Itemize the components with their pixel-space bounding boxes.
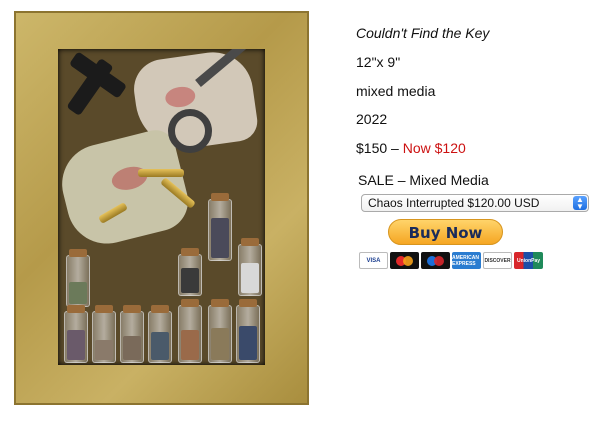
original-price: $150 [356, 140, 388, 156]
unionpay-icon: UnionPay [514, 252, 543, 269]
glass-vial [236, 299, 260, 363]
payment-cards: VISA AMERICAN EXPRESS DISCOVER UnionPay [359, 252, 543, 269]
artwork-title: Couldn't Find the Key [356, 25, 490, 41]
mastercard-icon [390, 252, 419, 269]
select-arrow-icon: ▲ ▼ [573, 196, 587, 211]
visa-icon: VISA [359, 252, 388, 269]
buy-now-button[interactable]: Buy Now [388, 219, 503, 245]
price-separator: – [387, 140, 403, 156]
artwork-medium: mixed media [356, 83, 436, 99]
artwork-image [14, 11, 309, 405]
glass-vial [208, 299, 232, 363]
glass-vial [238, 238, 262, 296]
selected-option: Chaos Interrupted $120.00 USD [368, 196, 540, 210]
option-select[interactable]: Chaos Interrupted $120.00 USD ▲ ▼ [361, 194, 589, 212]
artwork-canvas [58, 49, 265, 365]
glass-vial [92, 305, 116, 363]
sale-label: SALE – Mixed Media [358, 172, 489, 188]
brass-key [138, 169, 184, 177]
sale-price: Now $120 [402, 140, 466, 156]
amex-icon: AMERICAN EXPRESS [452, 252, 481, 269]
glass-vial [148, 305, 172, 363]
price-line: $150 – Now $120 [356, 140, 466, 156]
maestro-icon [421, 252, 450, 269]
glass-vial [208, 193, 232, 261]
glass-vial [178, 299, 202, 363]
artwork-size: 12"x 9" [356, 54, 401, 70]
skeleton-key-ring [168, 109, 212, 153]
glass-vial [64, 305, 88, 363]
glass-vial [66, 249, 90, 307]
artwork-year: 2022 [356, 111, 388, 127]
glass-vial [178, 248, 202, 296]
discover-icon: DISCOVER [483, 252, 512, 269]
glass-vial [120, 305, 144, 363]
